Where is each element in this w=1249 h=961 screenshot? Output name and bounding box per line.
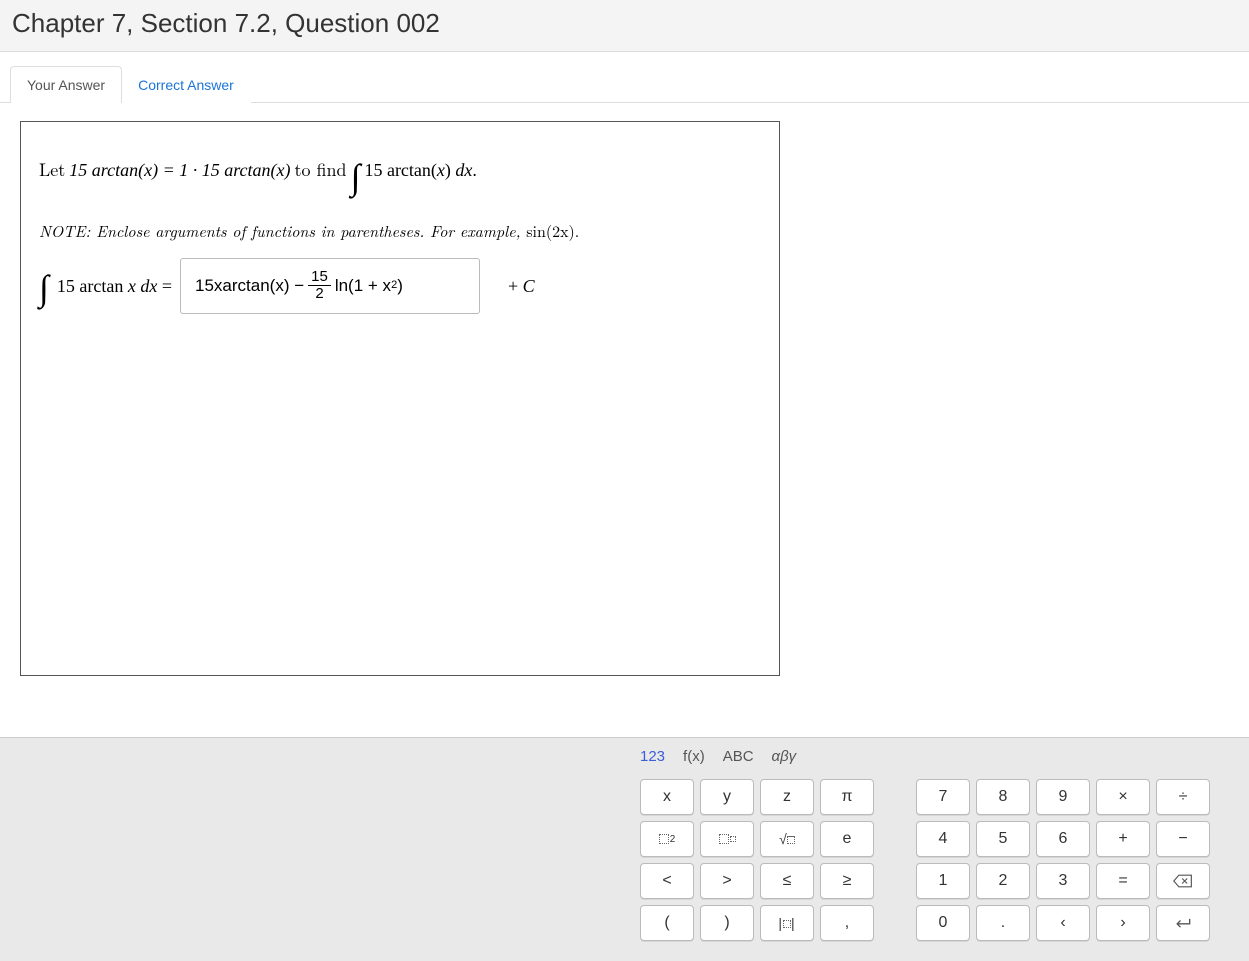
keyboard-tabs: 123 f(x) ABC αβγ xyxy=(0,738,1249,773)
key-ge[interactable]: ≥ xyxy=(820,863,874,899)
kbd-row-3: < > ≤ ≥ 1 2 3 = xyxy=(640,863,1235,899)
key-lparen[interactable]: ( xyxy=(640,905,694,941)
question-box: Let 15 arctan(x) = 1 · 15 arctan(x) to f… xyxy=(20,121,780,676)
page-header: Chapter 7, Section 7.2, Question 002 xyxy=(0,0,1249,52)
kbd-row-2: 2 √ e 4 5 6 + − xyxy=(640,821,1235,857)
kbd-tab-fx[interactable]: f(x) xyxy=(683,748,705,765)
question-note: NOTE: Enclose arguments of functions in … xyxy=(39,218,761,244)
key-9[interactable]: 9 xyxy=(1036,779,1090,815)
kbd-row-4: ( ) || , 0 . ‹ › xyxy=(640,905,1235,941)
integral-icon-2: ∫ xyxy=(39,257,49,315)
key-rparen[interactable]: ) xyxy=(700,905,754,941)
key-e[interactable]: e xyxy=(820,821,874,857)
key-lt[interactable]: < xyxy=(640,863,694,899)
prompt-tofind: to find xyxy=(295,156,347,185)
key-y[interactable]: y xyxy=(700,779,754,815)
key-pi[interactable]: π xyxy=(820,779,874,815)
key-2[interactable]: 2 xyxy=(976,863,1030,899)
key-plus[interactable]: + xyxy=(1096,821,1150,857)
content-area: Let 15 arctan(x) = 1 · 15 arctan(x) to f… xyxy=(0,103,1249,694)
key-enter[interactable] xyxy=(1156,905,1210,941)
key-backspace[interactable] xyxy=(1156,863,1210,899)
prompt-let: Let xyxy=(39,156,65,185)
key-comma[interactable]: , xyxy=(820,905,874,941)
key-minus[interactable]: − xyxy=(1156,821,1210,857)
answer-fraction: 15 2 xyxy=(308,269,331,303)
keyboard-rows: x y z π 7 8 9 × ÷ 2 √ e 4 5 6 + − < > xyxy=(0,773,1249,961)
answer-text-1: 15xarctan(x) − xyxy=(195,272,304,299)
question-prompt: Let 15 arctan(x) = 1 · 15 arctan(x) to f… xyxy=(39,142,761,200)
key-left[interactable]: ‹ xyxy=(1036,905,1090,941)
key-3[interactable]: 3 xyxy=(1036,863,1090,899)
note-text: NOTE: Enclose arguments of functions in … xyxy=(39,219,526,242)
key-abs[interactable]: || xyxy=(760,905,814,941)
key-gt[interactable]: > xyxy=(700,863,754,899)
key-7[interactable]: 7 xyxy=(916,779,970,815)
kbd-tab-123[interactable]: 123 xyxy=(640,748,665,765)
note-example: sin(2x). xyxy=(526,219,579,242)
key-power[interactable] xyxy=(700,821,754,857)
key-4[interactable]: 4 xyxy=(916,821,970,857)
tab-correct-answer[interactable]: Correct Answer xyxy=(121,66,251,103)
frac-num: 15 xyxy=(308,269,331,287)
key-1[interactable]: 1 xyxy=(916,863,970,899)
key-right[interactable]: › xyxy=(1096,905,1150,941)
keyboard-panel: 123 f(x) ABC αβγ x y z π 7 8 9 × ÷ 2 √ e… xyxy=(0,737,1249,961)
key-x[interactable]: x xyxy=(640,779,694,815)
key-8[interactable]: 8 xyxy=(976,779,1030,815)
key-divide[interactable]: ÷ xyxy=(1156,779,1210,815)
key-dot[interactable]: . xyxy=(976,905,1030,941)
answer-tabs: Your Answer Correct Answer xyxy=(10,66,1249,103)
key-equals[interactable]: = xyxy=(1096,863,1150,899)
key-z[interactable]: z xyxy=(760,779,814,815)
kbd-tab-abc[interactable]: ABC xyxy=(723,748,754,765)
kbd-tab-greek[interactable]: αβγ xyxy=(772,748,797,765)
tab-your-answer[interactable]: Your Answer xyxy=(10,66,122,103)
key-0[interactable]: 0 xyxy=(916,905,970,941)
page-title: Chapter 7, Section 7.2, Question 002 xyxy=(12,8,1237,39)
key-5[interactable]: 5 xyxy=(976,821,1030,857)
answer-row: ∫ 15 arctan x dx = 15xarctan(x) − 15 2 l… xyxy=(39,257,761,315)
answer-input[interactable]: 15xarctan(x) − 15 2 ln(1 + x 2) xyxy=(180,258,480,314)
key-square[interactable]: 2 xyxy=(640,821,694,857)
key-le[interactable]: ≤ xyxy=(760,863,814,899)
integral-icon: ∫ xyxy=(351,146,361,204)
plus-c: + C xyxy=(508,272,535,301)
key-sqrt[interactable]: √ xyxy=(760,821,814,857)
answer-text-3: ) xyxy=(397,272,403,299)
frac-den: 2 xyxy=(312,286,326,303)
kbd-row-1: x y z π 7 8 9 × ÷ xyxy=(640,779,1235,815)
key-multiply[interactable]: × xyxy=(1096,779,1150,815)
answer-text-2: ln(1 + x xyxy=(335,272,391,299)
key-6[interactable]: 6 xyxy=(1036,821,1090,857)
